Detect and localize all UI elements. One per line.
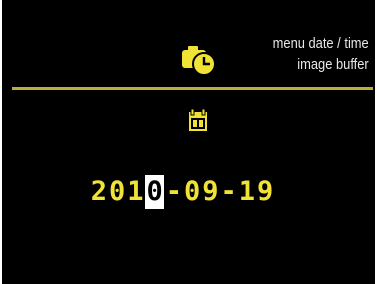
menu-header-labels: menu date / time image buffer	[273, 33, 369, 75]
clock-camera-icon	[182, 46, 216, 76]
menu-title: menu date / time	[272, 35, 369, 52]
date-selected-digit[interactable]: 0	[145, 175, 164, 209]
date-editor[interactable]: 201 0 -09-19	[2, 174, 375, 210]
date-month-day: -09-19	[165, 176, 276, 207]
calendar-icon	[189, 109, 207, 131]
header-divider	[12, 87, 373, 90]
date-year-prefix: 201	[90, 176, 146, 207]
camera-menu-screen: menu date / time image buffer 201 0 -09-19	[2, 0, 375, 284]
submenu-title: image buffer	[297, 56, 369, 73]
